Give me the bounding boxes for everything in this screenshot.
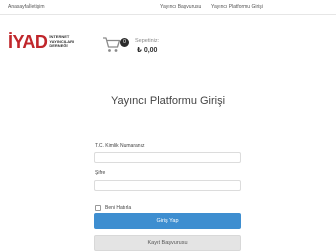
page-title: Yayıncı Platformu Girişi — [110, 95, 226, 107]
nav-link-home[interactable]: Anasayfa — [8, 4, 29, 10]
password-input[interactable] — [94, 180, 241, 191]
registration-apply-button[interactable]: Kayıt Başvurusu — [94, 235, 241, 251]
site-logo[interactable]: İYAD İNTERNET YAYINCILARI DERNEĞİ — [8, 33, 79, 51]
logo-mark: İYAD — [8, 32, 48, 52]
shopping-cart-icon[interactable] — [102, 35, 122, 55]
logo-text: İNTERNET YAYINCILARI DERNEĞİ — [49, 34, 79, 49]
password-label: Şifre — [95, 170, 106, 176]
tc-number-label: T.C. Kimlik Numaranız — [95, 143, 145, 149]
remember-me-row[interactable]: Beni Hatırla — [95, 205, 131, 211]
cart-count-badge: 0 — [120, 38, 129, 47]
remember-me-checkbox[interactable] — [95, 205, 101, 211]
nav-link-publisher-apply[interactable]: Yayıncı Başvurusu — [160, 4, 201, 10]
tc-number-input[interactable] — [94, 152, 241, 163]
login-button[interactable]: Giriş Yap — [94, 213, 241, 229]
cart-label: Sepetiniz: — [135, 38, 160, 44]
nav-link-contact[interactable]: İletişim — [29, 4, 45, 10]
logo-text-line-3: DERNEĞİ — [49, 43, 68, 49]
nav-link-publisher-login[interactable]: Yayıncı Platformu Girişi — [211, 4, 263, 10]
remember-me-label: Beni Hatırla — [105, 205, 132, 211]
cart-total: ₺ 0,00 — [137, 47, 158, 54]
top-navigation-bar: Anasayfa İletişim Yayıncı Başvurusu Yayı… — [0, 0, 336, 15]
